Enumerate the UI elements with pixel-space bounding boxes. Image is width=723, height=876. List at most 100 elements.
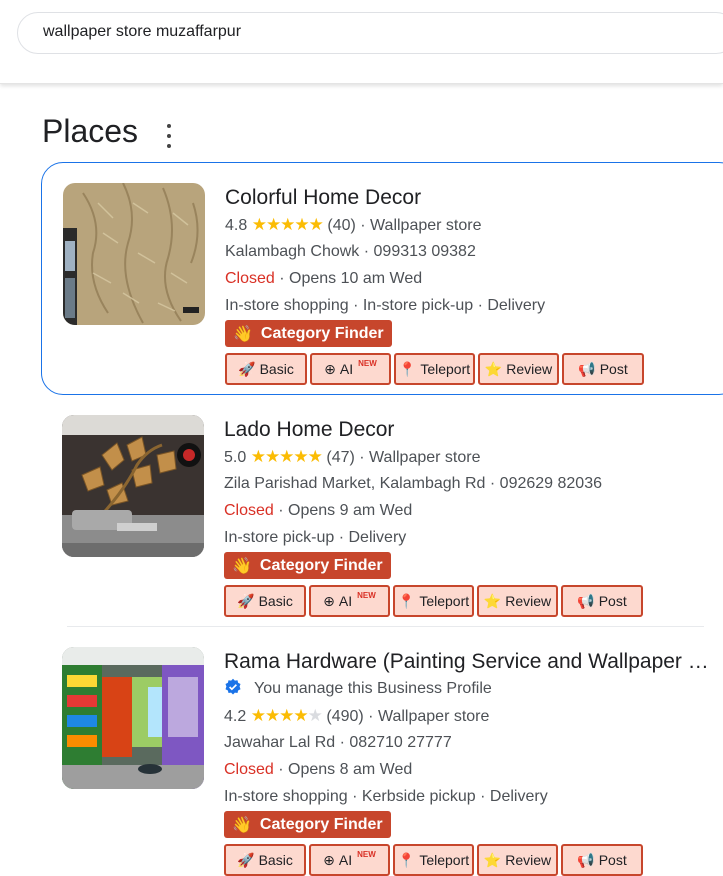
rating-line: 4.8 ★★★★★ (40) · Wallpaper store	[225, 215, 482, 234]
ai-button[interactable]: ⊕ AI NEW	[309, 585, 390, 617]
address-line: Jawahar Lal Rd · 082710 27777	[224, 734, 452, 751]
star-rating-icon: ★★★★★	[250, 706, 323, 725]
rating-line: 4.2 ★★★★★ (490) · Wallpaper store	[224, 706, 490, 725]
place-card[interactable]: Lado Home Decor 5.0 ★★★★★ (47) · Wallpap…	[41, 395, 723, 626]
rocket-icon: 🚀	[237, 851, 255, 868]
rating-value: 4.8	[225, 217, 248, 234]
search-query[interactable]: wallpaper store muzaffarpur	[43, 23, 241, 41]
place-name[interactable]: Lado Home Decor	[224, 416, 709, 443]
post-button[interactable]: 📢 Post	[561, 844, 643, 876]
ai-button[interactable]: ⊕ AI NEW	[310, 353, 391, 385]
address: Zila Parishad Market, Kalambagh Rd	[224, 475, 486, 492]
wave-hand-icon: 👋	[232, 557, 252, 575]
teleport-button[interactable]: 📍 Teleport	[393, 844, 474, 876]
place-info: Rama Hardware (Painting Service and Wall…	[224, 648, 723, 876]
place-name[interactable]: Rama Hardware (Painting Service and Wall…	[224, 648, 709, 675]
phone[interactable]: 082710 27777	[349, 734, 451, 751]
category-finder-button[interactable]: 👋 Category Finder	[224, 811, 391, 838]
ai-label: AI	[338, 593, 353, 609]
wave-hand-icon: 👋	[232, 816, 252, 834]
brain-icon: ⊕	[323, 592, 335, 609]
new-badge: NEW	[357, 590, 376, 600]
ai-label: AI	[338, 852, 353, 868]
review-count[interactable]: (40)	[327, 217, 355, 234]
basic-button[interactable]: 🚀 Basic	[225, 353, 307, 385]
verified-badge-icon	[225, 678, 241, 695]
services-line: In-store shopping · In-store pick-up · D…	[225, 297, 546, 314]
place-card[interactable]: Rama Hardware (Painting Service and Wall…	[41, 627, 723, 876]
review-count[interactable]: (47)	[326, 449, 354, 466]
address: Kalambagh Chowk	[225, 243, 360, 260]
post-label: Post	[598, 852, 627, 868]
place-photo[interactable]	[62, 647, 204, 789]
teleport-button[interactable]: 📍 Teleport	[394, 353, 475, 385]
rating-value: 4.2	[224, 708, 247, 725]
review-button[interactable]: ⭐ Review	[477, 585, 558, 617]
map-pin-icon: 📍	[397, 592, 416, 609]
place-card[interactable]: Colorful Home Decor 4.8 ★★★★★ (40) · Wal…	[41, 162, 723, 395]
basic-label: Basic	[259, 361, 294, 377]
place-photo[interactable]	[62, 415, 204, 557]
opening-hours: Opens 8 am Wed	[288, 761, 413, 778]
rating-line: 5.0 ★★★★★ (47) · Wallpaper store	[224, 447, 481, 466]
category: Wallpaper store	[377, 708, 490, 725]
place-info: Colorful Home Decor 4.8 ★★★★★ (40) · Wal…	[225, 184, 723, 385]
managed-profile-line: You manage this Business Profile	[224, 675, 723, 702]
new-badge: NEW	[358, 358, 377, 368]
category-finder-button[interactable]: 👋 Category Finder	[224, 552, 391, 579]
star-icon: ⭐	[483, 592, 502, 609]
hours-line: Closed · Opens 9 am Wed	[224, 502, 413, 519]
megaphone-icon: 📢	[577, 851, 595, 868]
brain-icon: ⊕	[324, 360, 336, 377]
search-input[interactable]: wallpaper store muzaffarpur	[17, 12, 723, 54]
store-interior-photo	[62, 415, 204, 557]
review-button[interactable]: ⭐ Review	[477, 844, 558, 876]
ai-label: AI	[339, 361, 354, 377]
rocket-icon: 🚀	[237, 592, 255, 609]
megaphone-icon: 📢	[577, 592, 595, 609]
phone[interactable]: 092629 82036	[500, 475, 602, 492]
wallpaper-photo	[63, 183, 205, 325]
basic-button[interactable]: 🚀 Basic	[224, 844, 306, 876]
star-icon: ⭐	[483, 851, 502, 868]
place-info: Lado Home Decor 5.0 ★★★★★ (47) · Wallpap…	[224, 416, 723, 617]
phone[interactable]: 099313 09382	[374, 243, 476, 260]
status-closed: Closed	[225, 270, 275, 287]
map-pin-icon: 📍	[397, 851, 416, 868]
review-count[interactable]: (490)	[326, 708, 363, 725]
review-button[interactable]: ⭐ Review	[478, 353, 559, 385]
search-header: wallpaper store muzaffarpur	[0, 0, 723, 84]
basic-label: Basic	[258, 593, 293, 609]
post-button[interactable]: 📢 Post	[562, 353, 644, 385]
star-icon: ⭐	[484, 360, 503, 377]
rating-value: 5.0	[224, 449, 247, 466]
place-name[interactable]: Colorful Home Decor	[225, 184, 710, 211]
ai-button[interactable]: ⊕ AI NEW	[309, 844, 390, 876]
megaphone-icon: 📢	[578, 360, 596, 377]
more-options-icon[interactable]	[160, 124, 178, 148]
opening-hours: Opens 9 am Wed	[288, 502, 413, 519]
review-label: Review	[505, 852, 552, 868]
category-finder-label: Category Finder	[260, 324, 384, 342]
review-label: Review	[506, 361, 553, 377]
address-line: Kalambagh Chowk · 099313 09382	[225, 243, 476, 260]
category-finder-label: Category Finder	[259, 556, 383, 574]
new-badge: NEW	[357, 849, 376, 859]
managed-profile-text: You manage this Business Profile	[254, 680, 492, 697]
place-photo[interactable]	[63, 183, 205, 325]
status-closed: Closed	[224, 761, 274, 778]
category-finder-button[interactable]: 👋 Category Finder	[225, 320, 392, 347]
services-line: In-store pick-up · Delivery	[224, 529, 407, 546]
teleport-label: Teleport	[419, 593, 470, 609]
basic-button[interactable]: 🚀 Basic	[224, 585, 306, 617]
brain-icon: ⊕	[323, 851, 335, 868]
status-closed: Closed	[224, 502, 274, 519]
rocket-icon: 🚀	[238, 360, 256, 377]
teleport-label: Teleport	[420, 361, 471, 377]
review-label: Review	[505, 593, 552, 609]
tool-button-row: 🚀 Basic ⊕ AI NEW 📍 Teleport ⭐ Review 📢 Post	[224, 844, 723, 876]
map-pin-icon: 📍	[398, 360, 417, 377]
teleport-button[interactable]: 📍 Teleport	[393, 585, 474, 617]
section-title: Places	[42, 113, 139, 149]
post-button[interactable]: 📢 Post	[561, 585, 643, 617]
